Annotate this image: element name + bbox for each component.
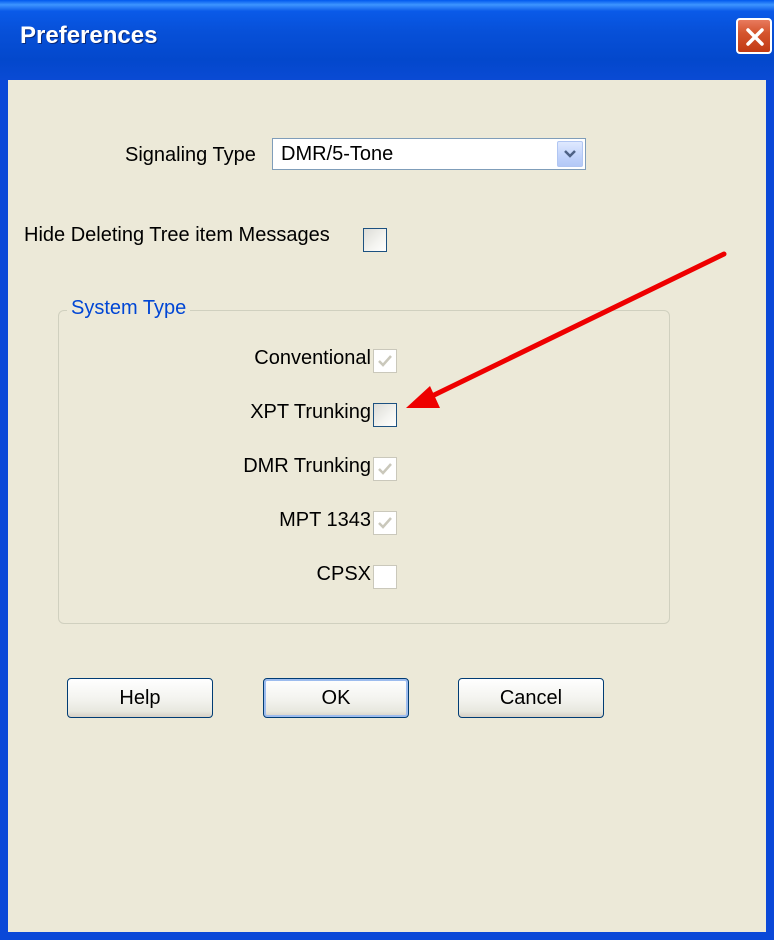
preferences-window: Preferences Signaling Type DMR/5-Tone Hi…: [0, 0, 774, 940]
close-button[interactable]: [736, 18, 772, 54]
checkmark-icon: [378, 517, 392, 529]
xpt-trunking-label: XPT Trunking: [250, 401, 371, 423]
dmr-trunking-label: DMR Trunking: [243, 455, 371, 477]
mpt-1343-label: MPT 1343: [279, 509, 371, 531]
signaling-type-label: Signaling Type: [125, 144, 256, 166]
dialog-body: Signaling Type DMR/5-Tone Hide Deleting …: [8, 80, 766, 932]
chevron-down-icon: [564, 150, 576, 158]
cancel-button[interactable]: Cancel: [458, 678, 604, 718]
help-button[interactable]: Help: [67, 678, 213, 718]
dropdown-button[interactable]: [557, 141, 583, 167]
xpt-trunking-checkbox[interactable]: [373, 403, 397, 427]
window-title: Preferences: [20, 22, 158, 49]
system-type-group: System Type Conventional XPT Trunking DM…: [58, 297, 670, 624]
hide-messages-checkbox[interactable]: [363, 228, 387, 252]
mpt-1343-checkbox[interactable]: [373, 511, 397, 535]
close-icon: [746, 28, 764, 46]
system-type-title: System Type: [67, 297, 191, 320]
signaling-type-dropdown[interactable]: DMR/5-Tone: [272, 138, 586, 170]
hide-messages-label: Hide Deleting Tree item Messages: [24, 224, 330, 246]
ok-button[interactable]: OK: [263, 678, 409, 718]
conventional-checkbox[interactable]: [373, 349, 397, 373]
dmr-trunking-checkbox[interactable]: [373, 457, 397, 481]
cpsx-label: CPSX: [316, 563, 371, 585]
cpsx-checkbox[interactable]: [373, 565, 397, 589]
signaling-type-value: DMR/5-Tone: [281, 143, 394, 165]
title-bar[interactable]: Preferences: [0, 0, 774, 80]
checkmark-icon: [378, 463, 392, 475]
conventional-label: Conventional: [254, 347, 371, 369]
checkmark-icon: [378, 355, 392, 367]
